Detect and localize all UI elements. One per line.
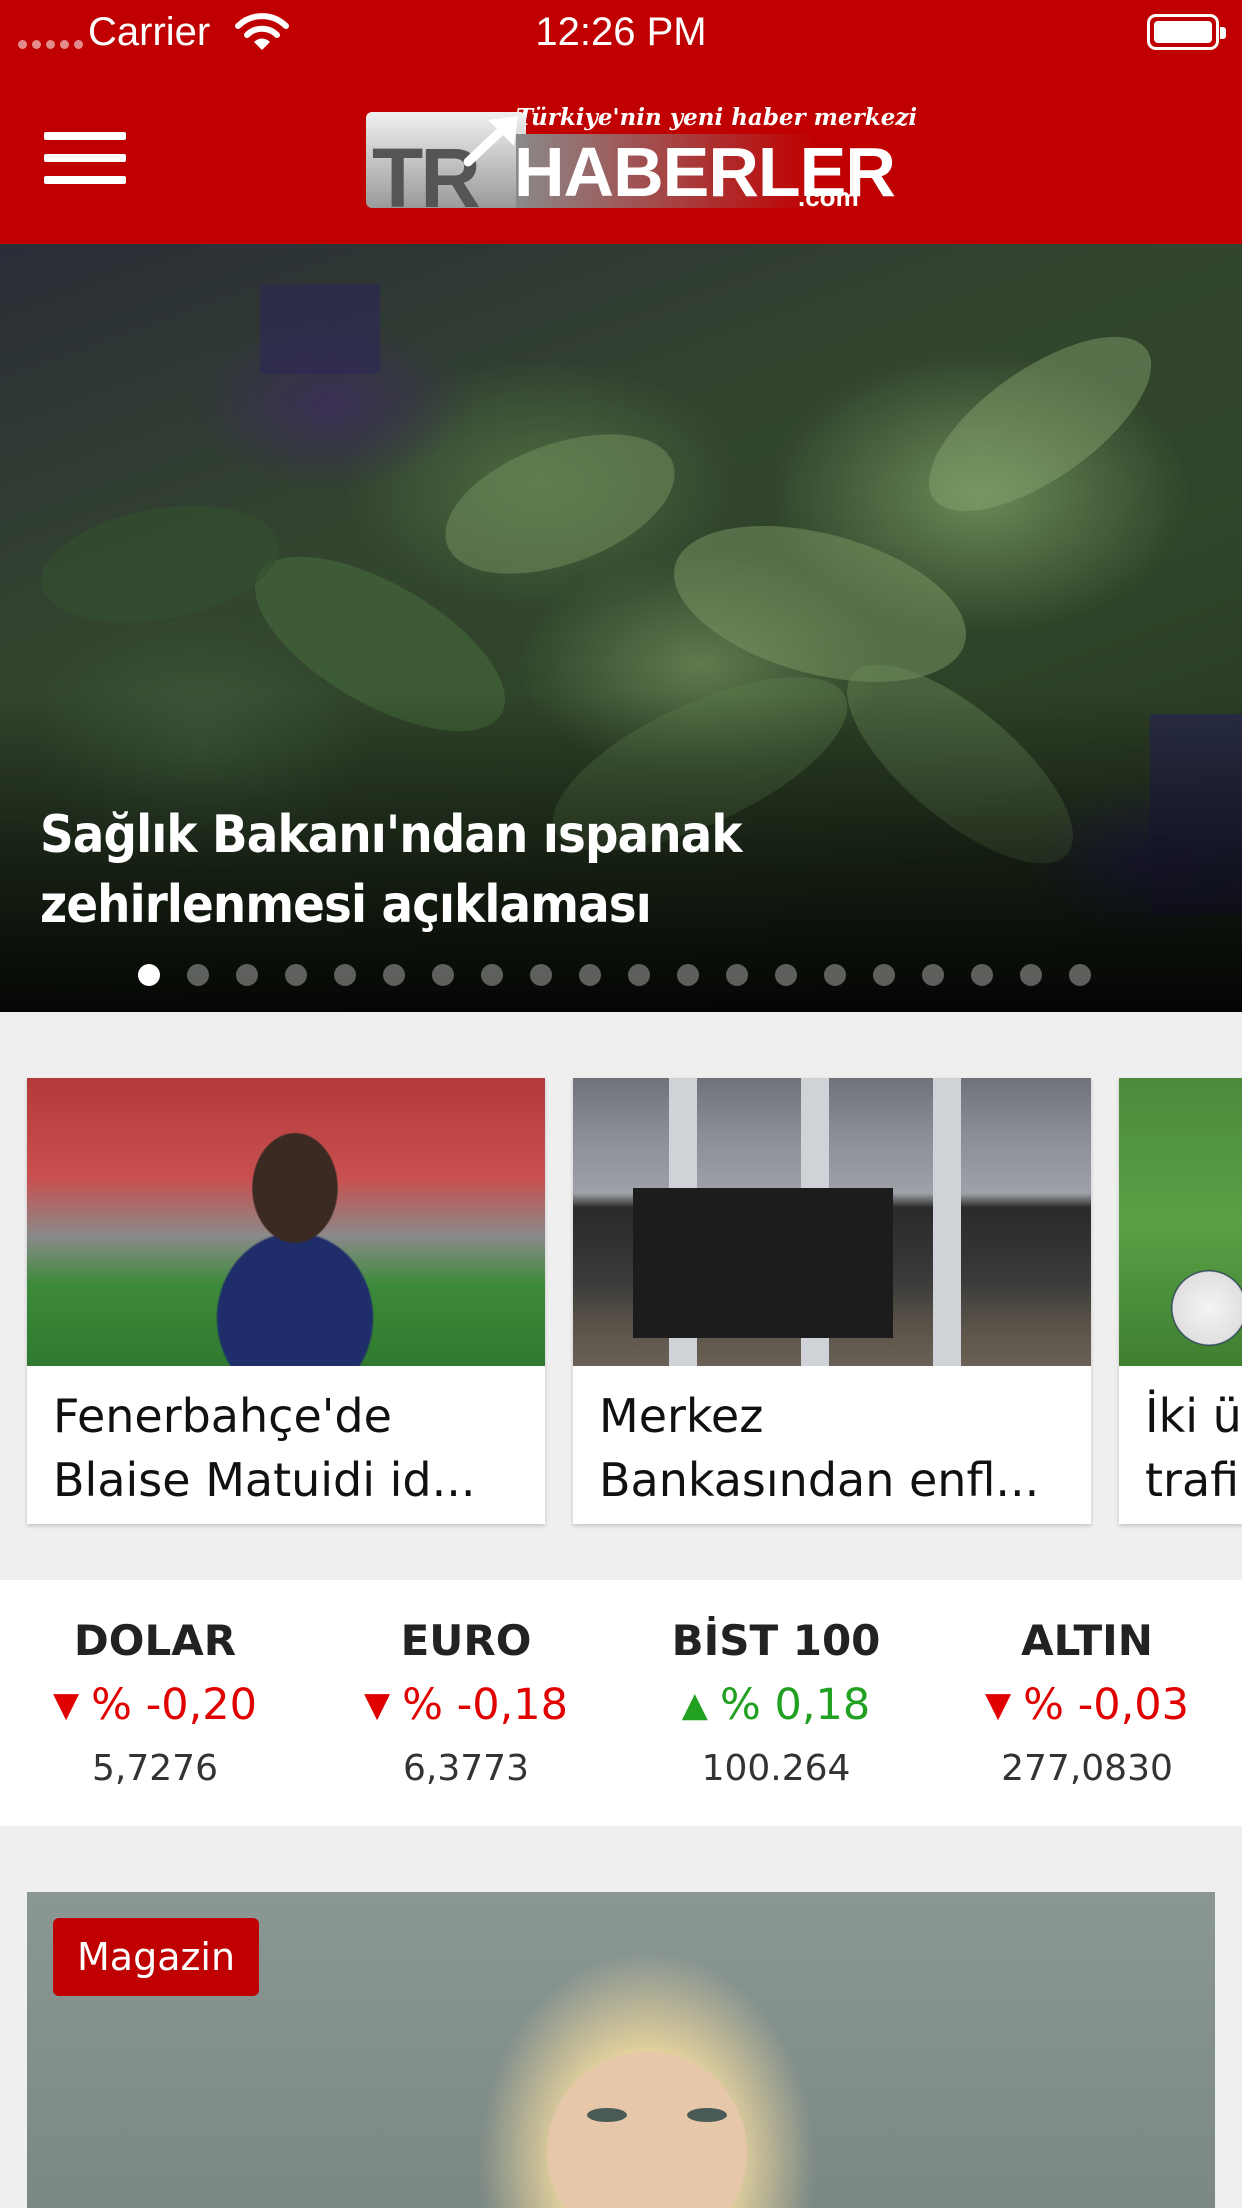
- market-change-value: % 0,18: [719, 1680, 871, 1730]
- slider-dot[interactable]: [971, 964, 993, 986]
- building-plaque: [633, 1188, 893, 1338]
- hero-title[interactable]: Sağlık Bakanı'ndan ıspanak zehirlenmesi …: [40, 800, 760, 940]
- slider-dot[interactable]: [432, 964, 454, 986]
- slider-dot[interactable]: [579, 964, 601, 986]
- news-card-title: Fenerbahçe'de Blaise Matuidi id...: [53, 1384, 523, 1512]
- market-change: ▲ % 0,18: [621, 1680, 931, 1730]
- slider-dot[interactable]: [187, 964, 209, 986]
- slider-dot[interactable]: [138, 964, 160, 986]
- market-name: EURO: [400, 1616, 532, 1665]
- category-badge[interactable]: Magazin: [53, 1918, 260, 1996]
- slider-dot[interactable]: [285, 964, 307, 986]
- news-card-title-line: Fenerbahçe'de: [53, 1389, 392, 1443]
- slider-dot[interactable]: [334, 964, 356, 986]
- market-value: 100.264: [701, 1748, 851, 1789]
- arrow-down-icon: ▼: [364, 1685, 391, 1725]
- market-value: 5,7276: [92, 1748, 218, 1789]
- slider-dot[interactable]: [236, 964, 258, 986]
- market-change-value: % -0,18: [402, 1680, 568, 1730]
- arrow-down-icon: ▼: [985, 1685, 1012, 1725]
- slider-dot[interactable]: [530, 964, 552, 986]
- slider-dot[interactable]: [628, 964, 650, 986]
- clock: 12:26 PM: [535, 10, 707, 54]
- site-logo[interactable]: Türkiye'nin yeni haber merkezi TR HABERL…: [366, 104, 917, 225]
- logo-tagline: Türkiye'nin yeni haber merkezi: [516, 104, 918, 131]
- market-change: ▼ % -0,20: [0, 1680, 310, 1730]
- news-card-title-line: İki ü: [1145, 1389, 1242, 1443]
- news-card-image: [1119, 1078, 1242, 1366]
- featured-image: [547, 2052, 747, 2208]
- market-value: 277,0830: [1001, 1748, 1173, 1789]
- news-card-image: [573, 1078, 1091, 1366]
- news-card-title: Merkez Bankasından enfl...: [599, 1384, 1069, 1512]
- logo-com: .com: [798, 182, 859, 212]
- market-item-dolar[interactable]: DOLAR ▼ % -0,20 5,7276: [0, 1580, 310, 1826]
- news-card-title-line: Blaise Matuidi id...: [53, 1453, 476, 1507]
- featured-image-detail: [587, 2108, 627, 2122]
- market-name: DOLAR: [73, 1616, 237, 1665]
- featured-story[interactable]: Magazin: [27, 1892, 1215, 2208]
- news-card-title-line: Merkez: [599, 1389, 764, 1443]
- slider-dot[interactable]: [726, 964, 748, 986]
- news-card[interactable]: Fenerbahçe'de Blaise Matuidi id...: [27, 1078, 545, 1524]
- menu-button[interactable]: [44, 128, 126, 188]
- market-item-bist100[interactable]: BİST 100 ▲ % 0,18 100.264: [621, 1580, 931, 1826]
- headline-slider[interactable]: Sağlık Bakanı'ndan ıspanak zehirlenmesi …: [0, 244, 1242, 1012]
- featured-image-detail: [687, 2108, 727, 2122]
- slider-dot[interactable]: [481, 964, 503, 986]
- battery-icon: [1147, 14, 1226, 50]
- slider-dot[interactable]: [922, 964, 944, 986]
- slider-dot[interactable]: [775, 964, 797, 986]
- market-change-value: % -0,20: [91, 1680, 257, 1730]
- slider-dot[interactable]: [1020, 964, 1042, 986]
- news-carousel[interactable]: Fenerbahçe'de Blaise Matuidi id... Merke…: [0, 1078, 1242, 1526]
- arrow-up-icon: ▲: [681, 1685, 708, 1725]
- market-ticker: DOLAR ▼ % -0,20 5,7276 EURO ▼ % -0,18 6,37…: [0, 1580, 1242, 1826]
- slider-dot[interactable]: [873, 964, 895, 986]
- news-card[interactable]: Merkez Bankasından enfl...: [573, 1078, 1091, 1524]
- news-card-title: İki ü trafi: [1145, 1384, 1242, 1512]
- market-item-euro[interactable]: EURO ▼ % -0,18 6,3773: [311, 1580, 621, 1826]
- market-change: ▼ % -0,18: [311, 1680, 621, 1730]
- market-name: ALTIN: [1021, 1616, 1153, 1665]
- app-header: Carrier 12:26 PM Türkiye'nin yeni haber …: [0, 0, 1242, 244]
- slider-dot[interactable]: [1069, 964, 1091, 986]
- market-value: 6,3773: [403, 1748, 529, 1789]
- status-bar: Carrier 12:26 PM: [0, 0, 1242, 64]
- market-change: ▼ % -0,03: [932, 1680, 1242, 1730]
- news-card[interactable]: İki ü trafi: [1119, 1078, 1242, 1524]
- slider-pagination[interactable]: [138, 964, 1091, 986]
- market-change-value: % -0,03: [1023, 1680, 1189, 1730]
- slider-dot[interactable]: [824, 964, 846, 986]
- arrow-down-icon: ▼: [53, 1685, 80, 1725]
- slider-dot[interactable]: [677, 964, 699, 986]
- market-name: BİST 100: [671, 1616, 881, 1665]
- news-card-title-line: Bankasından enfl...: [599, 1453, 1040, 1507]
- slider-dot[interactable]: [383, 964, 405, 986]
- market-item-altin[interactable]: ALTIN ▼ % -0,03 277,0830: [932, 1580, 1242, 1826]
- news-card-title-line: trafi: [1145, 1453, 1240, 1507]
- news-card-image: [27, 1078, 545, 1366]
